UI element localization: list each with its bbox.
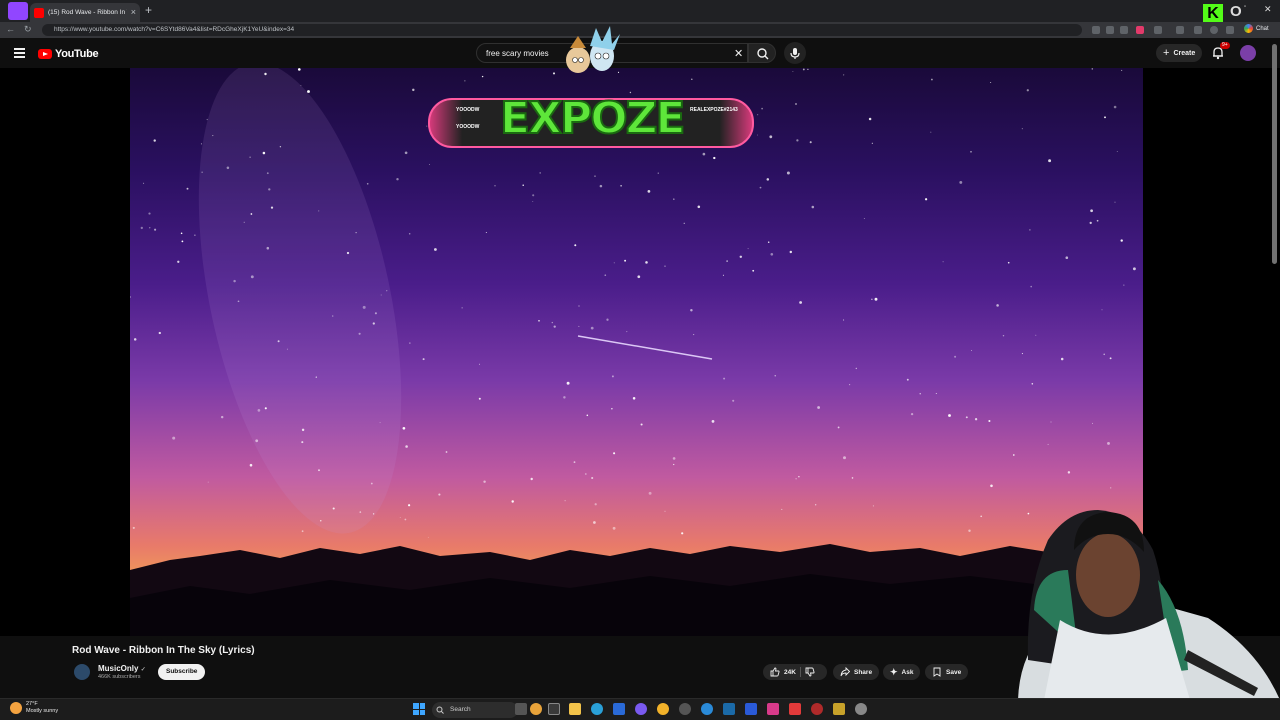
taskbar-search[interactable]: Search xyxy=(432,702,518,718)
menu-icon[interactable] xyxy=(1226,26,1234,34)
subscribe-button[interactable]: Subscribe xyxy=(158,664,206,680)
channel-name-text: MusicOnly xyxy=(98,664,139,673)
browser-address-bar: ← ↻ https://www.youtube.com/watch?v=C6SY… xyxy=(0,22,1280,38)
app-icon[interactable] xyxy=(789,703,801,715)
youtube-play-icon xyxy=(38,49,52,59)
weather-condition: Mostly sunny xyxy=(26,708,59,714)
taskbar-search-icon xyxy=(436,706,444,714)
voice-search-button[interactable] xyxy=(784,42,806,64)
sparkle-icon: ✦ xyxy=(890,666,898,677)
youtube-masthead: YouTube free scary movies ✕ + Create 9+ xyxy=(0,38,1280,68)
extension-icon[interactable] xyxy=(1194,26,1202,34)
browser-tab-active[interactable]: (15) Rod Wave - Ribbon In The Sky × xyxy=(30,3,140,22)
extension-icon[interactable] xyxy=(1176,26,1184,34)
subscriber-count: 466K subscribers xyxy=(98,674,141,680)
expoze-logo-text: EXPOZE xyxy=(499,92,687,145)
banner-social-handle: YOOODW xyxy=(456,107,480,113)
search-icon xyxy=(757,48,769,60)
bookmark-star-icon[interactable] xyxy=(1120,26,1128,34)
like-dislike-group: 24K xyxy=(763,664,827,680)
app-icon[interactable] xyxy=(701,703,713,715)
chat-label: Chat xyxy=(1256,25,1269,32)
like-divider xyxy=(799,667,801,677)
video-title: Rod Wave - Ribbon In The Sky (Lyrics) xyxy=(72,645,255,656)
hamburger-menu-icon[interactable] xyxy=(14,48,25,60)
windows-start-icon[interactable] xyxy=(413,703,425,715)
file-explorer-icon[interactable] xyxy=(569,703,581,715)
stream-overlay-banner: EXPOZE YOOODW YOOODW REALEXPOZE#2143 xyxy=(428,26,754,158)
create-button[interactable]: + Create xyxy=(1156,44,1203,62)
app-icon[interactable] xyxy=(833,703,845,715)
channel-name[interactable]: MusicOnly ✓ xyxy=(98,664,146,673)
ask-label: Ask xyxy=(901,668,914,676)
tab-title: (15) Rod Wave - Ribbon In The Sky xyxy=(48,9,127,16)
reload-icon[interactable]: ↻ xyxy=(24,24,32,35)
app-icon[interactable] xyxy=(745,703,757,715)
chat-icon xyxy=(1244,24,1253,33)
ask-button[interactable]: ✦ Ask xyxy=(883,664,921,680)
app-icon[interactable] xyxy=(635,703,647,715)
page-action-icon[interactable] xyxy=(1092,26,1100,34)
tiktok-icon[interactable] xyxy=(767,703,779,715)
taskbar-search-label: Search xyxy=(450,706,471,713)
youtube-logo-text: YouTube xyxy=(55,48,99,60)
banner-social-handle: YOOODW xyxy=(456,124,480,130)
search-query: free scary movies xyxy=(486,49,549,58)
temperature: 27°F xyxy=(26,701,38,707)
task-view-icon[interactable] xyxy=(548,703,560,715)
banner-social-handle: REALEXPOZE#2143 xyxy=(690,107,738,113)
verified-check-icon: ✓ xyxy=(140,667,146,673)
youtube-logo[interactable]: YouTube xyxy=(38,48,99,60)
save-playlist-icon xyxy=(933,667,941,677)
window-overlay-letter: O xyxy=(1230,3,1242,20)
notification-count-badge: 9+ xyxy=(1220,42,1230,49)
app-icon[interactable] xyxy=(530,703,542,715)
chrome-icon[interactable] xyxy=(657,703,669,715)
cartoon-characters-icon xyxy=(566,26,620,73)
extension-puzzle-icon[interactable] xyxy=(1154,26,1162,34)
create-label: Create xyxy=(1173,49,1196,57)
sun-icon xyxy=(10,702,22,714)
like-button[interactable]: 24K xyxy=(770,667,796,677)
tab-close-icon[interactable]: × xyxy=(131,8,136,17)
browser-tab-bar: 1 (15) Rod Wave - Ribbon In The Sky × + … xyxy=(0,0,1280,24)
share-arrow-icon xyxy=(840,667,850,677)
share-label: Share xyxy=(854,668,873,676)
like-count: 24K xyxy=(784,668,796,676)
account-avatar[interactable] xyxy=(1240,45,1256,61)
weather-widget[interactable]: 27°F Mostly sunny xyxy=(10,701,58,715)
edge-browser-icon[interactable] xyxy=(591,703,603,715)
settings-gear-icon[interactable] xyxy=(855,703,867,715)
window-restore-icon[interactable]: ▫ xyxy=(1244,4,1246,10)
twitch-logo-icon xyxy=(8,2,28,20)
back-arrow-icon[interactable]: ← xyxy=(6,24,15,34)
youtube-favicon-icon xyxy=(34,7,44,18)
search-clear-icon[interactable]: ✕ xyxy=(734,47,743,60)
translate-icon[interactable] xyxy=(1106,26,1114,34)
chat-button[interactable]: Chat xyxy=(1244,24,1269,33)
steam-icon[interactable] xyxy=(723,703,735,715)
extension-icon[interactable] xyxy=(1136,26,1144,34)
app-icon[interactable] xyxy=(811,703,823,715)
channel-avatar[interactable] xyxy=(74,664,90,680)
app-icon[interactable] xyxy=(679,703,691,715)
profile-icon[interactable] xyxy=(1210,26,1218,34)
new-tab-button[interactable]: + xyxy=(145,3,152,17)
thumbs-down-icon[interactable] xyxy=(805,667,815,677)
thumbs-up-icon xyxy=(770,667,780,677)
kick-logo-icon: K xyxy=(1203,4,1223,24)
page-scrollbar[interactable] xyxy=(1272,44,1277,264)
search-button[interactable] xyxy=(748,43,776,63)
streamer-webcam xyxy=(1018,510,1280,700)
share-button[interactable]: Share xyxy=(833,664,880,680)
microphone-icon xyxy=(790,48,800,59)
task-view-icon[interactable] xyxy=(515,703,527,715)
plus-icon: + xyxy=(1163,47,1170,59)
store-icon[interactable] xyxy=(613,703,625,715)
windows-taskbar: 27°F Mostly sunny Search xyxy=(0,698,1280,720)
window-close-icon[interactable]: ✕ xyxy=(1264,4,1272,15)
